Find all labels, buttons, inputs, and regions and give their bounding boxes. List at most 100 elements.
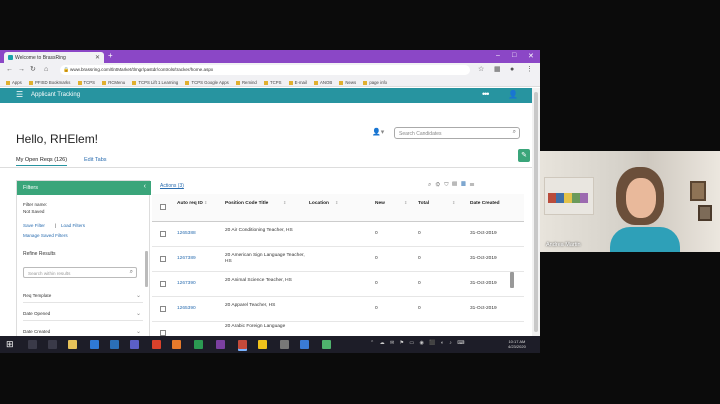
new-count[interactable]: 0 (375, 231, 378, 237)
hamburger-menu-icon[interactable]: ☰ (16, 91, 23, 99)
candidate-search-type-icon[interactable]: 👤▾ (372, 128, 384, 136)
search-icon[interactable]: ⌕ (513, 129, 516, 136)
close-window-icon[interactable]: ✕ (528, 52, 534, 60)
search-icon[interactable]: ⌕ (130, 269, 133, 276)
tab-edit-tabs[interactable]: Edit Tabs (84, 157, 107, 163)
refine-search-input[interactable]: Search within results ⌕ (23, 267, 137, 278)
sort-icon[interactable]: ⇕ (335, 200, 338, 205)
windows-start-icon[interactable]: ⊞ (6, 340, 14, 349)
filters-scrollbar[interactable] (145, 251, 148, 287)
total-count[interactable]: 0 (418, 256, 421, 262)
excel-icon[interactable] (194, 340, 203, 349)
header-position-code-title[interactable]: Position Code Title (225, 201, 268, 207)
chrome-icon[interactable] (238, 340, 247, 349)
bookmark-item[interactable]: E-mail (288, 80, 307, 85)
bookmark-item[interactable]: Remind (235, 80, 257, 85)
new-count[interactable]: 0 (375, 281, 378, 287)
forward-icon[interactable]: → (18, 66, 25, 74)
sort-icon[interactable]: ⇕ (452, 200, 455, 205)
total-count[interactable]: 0 (418, 306, 421, 312)
candidate-search-input[interactable]: Search Candidates ⌕ (394, 127, 520, 139)
list-view-icon[interactable]: ☰ (470, 182, 479, 188)
page-scrollbar[interactable] (532, 88, 540, 353)
sort-icon[interactable]: ⇕ (283, 200, 286, 205)
edit-icon[interactable]: ✎ (518, 149, 530, 162)
bookmark-item[interactable]: RCMenu (102, 80, 125, 85)
table-row[interactable]: 1265388 20 Air Conditioning Teacher, HS … (152, 222, 524, 247)
word-icon[interactable] (110, 340, 119, 349)
app-icon[interactable] (322, 340, 331, 349)
firefox-icon[interactable] (172, 340, 181, 349)
bookmark-item[interactable]: ANOB (314, 80, 332, 85)
system-tray[interactable]: ⌃ ☁ ✉ ⚑ ▭ ◉ ⬛ ◐ ♪ ⌨ (370, 340, 466, 346)
new-count[interactable]: 0 (375, 256, 378, 262)
load-filters-link[interactable]: Load Filters (61, 223, 85, 228)
header-date-created[interactable]: Date Created (470, 201, 500, 207)
bar-chart-icon[interactable]: ▥ (453, 182, 462, 188)
filter-section-date-opened[interactable]: Date Opened ⌄ (23, 311, 143, 321)
header-location[interactable]: Location (309, 201, 329, 207)
header-new[interactable]: New (375, 201, 385, 207)
bookmark-item[interactable]: TCPS (77, 80, 95, 85)
close-tab-icon[interactable]: ✕ (95, 54, 100, 61)
bookmark-item[interactable]: page info (363, 80, 387, 85)
header-auto-req-id[interactable]: Auto req ID (177, 201, 207, 207)
powerpoint-icon[interactable] (152, 340, 161, 349)
total-count[interactable]: 0 (418, 231, 421, 237)
table-row[interactable]: 1265390 20 Apparel Teacher, HS 0 0 31-Oc… (152, 297, 524, 322)
filter-section-req-template[interactable]: Req Template ⌄ (23, 293, 143, 303)
bookmark-item[interactable]: TCPS Google Apps (185, 80, 229, 85)
teams-icon[interactable] (130, 340, 139, 349)
row-checkbox[interactable] (160, 281, 166, 287)
home-icon[interactable]: ⌂ (44, 66, 48, 74)
file-explorer-icon[interactable] (68, 340, 77, 349)
extension-icon[interactable]: ▦ (494, 66, 501, 74)
minimize-icon[interactable]: – (496, 52, 500, 59)
table-row[interactable]: 1267390 20 Animal Science Teacher, HS 0 … (152, 272, 524, 297)
maximize-icon[interactable]: □ (512, 52, 516, 59)
row-checkbox[interactable] (160, 231, 166, 237)
save-filter-link[interactable]: Save Filter (23, 223, 45, 228)
mail-icon[interactable] (90, 340, 99, 349)
total-count[interactable]: 0 (418, 281, 421, 287)
sticky-notes-icon[interactable] (258, 340, 267, 349)
new-count[interactable]: 0 (375, 306, 378, 312)
photos-icon[interactable] (300, 340, 309, 349)
search-icon[interactable] (28, 340, 37, 349)
row-checkbox[interactable] (160, 256, 166, 262)
bookmark-item[interactable]: News (339, 80, 356, 85)
browser-tab[interactable]: Welcome to BrassRing ✕ (4, 52, 104, 63)
bookmark-item[interactable]: PFISD Bookmarks (29, 80, 70, 85)
user-account-icon[interactable]: 👤 (508, 91, 518, 99)
manage-saved-filters-link[interactable]: Manage Saved Filters (23, 233, 68, 238)
actions-link[interactable]: Actions (3) (160, 183, 184, 189)
filter-icon[interactable]: ⛉ (444, 182, 452, 188)
grid-view-icon[interactable]: ▦ (461, 182, 470, 188)
table-row[interactable]: 1267389 20 American Sign Language Teache… (152, 247, 524, 272)
profile-icon[interactable]: ● (510, 66, 514, 74)
url-input[interactable]: 🔒 www.brassring.com/tlntMarket/tlmgr/pas… (60, 65, 470, 75)
reload-icon[interactable]: ↻ (30, 66, 36, 74)
header-total[interactable]: Total (418, 201, 429, 207)
more-options-icon[interactable]: ••• (482, 89, 490, 99)
filters-header[interactable]: Filters ‹ (17, 181, 151, 195)
table-scrollbar-thumb[interactable] (510, 272, 514, 288)
settings-icon[interactable]: ⚙ (435, 182, 444, 188)
req-id-link[interactable]: 1265388 (177, 231, 196, 237)
task-view-icon[interactable] (48, 340, 57, 349)
taskbar-clock[interactable]: 10:17 AM 4/23/2020 (508, 339, 526, 349)
table-row[interactable]: 20 Arabic Foreign Language (152, 322, 524, 336)
back-icon[interactable]: ← (6, 66, 13, 74)
tab-my-open-reqs[interactable]: My Open Reqs (126) (16, 157, 68, 166)
bookmark-item[interactable]: TCPS Lift 1 Learning (132, 80, 178, 85)
select-all-checkbox[interactable] (160, 204, 166, 210)
row-checkbox[interactable] (160, 306, 166, 312)
req-id-link[interactable]: 1265390 (177, 306, 196, 312)
scrollbar-thumb[interactable] (534, 92, 538, 332)
bookmark-item[interactable]: Apps (6, 80, 22, 85)
collapse-chevron-icon[interactable]: ‹ (144, 183, 146, 190)
req-id-link[interactable]: 1267389 (177, 256, 196, 262)
req-id-link[interactable]: 1267390 (177, 281, 196, 287)
new-tab-button[interactable]: + (108, 52, 113, 60)
sort-icon[interactable]: ⇕ (404, 200, 407, 205)
